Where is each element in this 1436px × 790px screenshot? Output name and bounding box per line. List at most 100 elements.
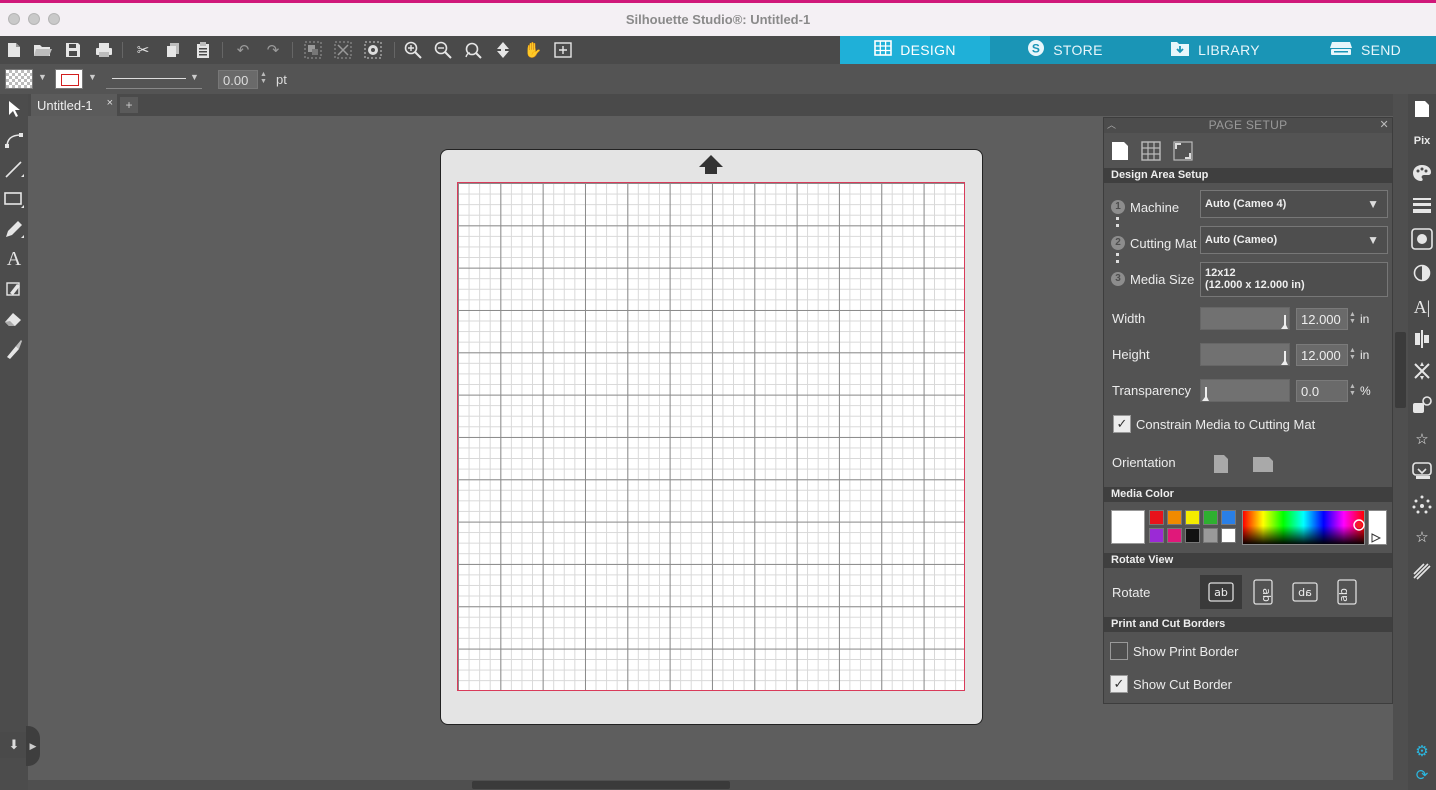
horizontal-scrollbar[interactable]: [28, 780, 1393, 790]
media-color-swatch[interactable]: [1167, 510, 1182, 525]
fill-palette-icon[interactable]: [1411, 162, 1433, 184]
line-color-swatch[interactable]: [55, 69, 83, 89]
compound-path-icon[interactable]: [362, 40, 384, 60]
offset-icon[interactable]: [1411, 460, 1433, 482]
show-cut-border-checkbox[interactable]: ✓: [1110, 675, 1128, 693]
add-tab-button[interactable]: +: [120, 97, 138, 113]
new-document-icon[interactable]: [3, 40, 25, 60]
copy-icon[interactable]: [162, 40, 184, 60]
media-color-swatch[interactable]: [1221, 528, 1236, 543]
landscape-orientation-icon[interactable]: [1252, 456, 1273, 476]
refresh-icon[interactable]: ⟳: [1411, 764, 1433, 786]
vertical-scroll-thumb[interactable]: [1395, 332, 1406, 408]
replicate-icon[interactable]: [1411, 394, 1433, 416]
line-weight-stepper[interactable]: ▲ ▼: [260, 71, 267, 85]
fill-color-swatch[interactable]: [5, 69, 33, 89]
collapse-panel-icon[interactable]: ︿: [1107, 118, 1116, 133]
transparency-input[interactable]: 0.0: [1296, 380, 1348, 402]
page-setup-icon[interactable]: [1411, 98, 1433, 120]
line-color-dropdown-icon[interactable]: ▼: [88, 72, 97, 82]
rotate-180-button[interactable]: ab: [1284, 575, 1326, 609]
constrain-media-checkbox[interactable]: ✓: [1113, 415, 1131, 433]
close-panel-icon[interactable]: ✕: [1379, 118, 1389, 133]
star-shapes-icon[interactable]: ☆: [1411, 428, 1433, 450]
line-tool-icon[interactable]: [3, 158, 25, 180]
trace-icon[interactable]: [1411, 494, 1433, 516]
pattern-fill-icon[interactable]: [1411, 228, 1433, 250]
fill-bucket-icon[interactable]: [3, 278, 25, 300]
group-icon[interactable]: [302, 40, 324, 60]
width-input[interactable]: 12.000: [1296, 308, 1348, 330]
pixscan-icon[interactable]: Pix: [1411, 130, 1433, 152]
expand-library-icon[interactable]: ▶: [26, 726, 40, 766]
media-color-swatch[interactable]: [1203, 510, 1218, 525]
text-style-icon[interactable]: A|: [1411, 296, 1433, 318]
color-spectrum-picker[interactable]: [1242, 510, 1365, 545]
fit-to-page-arrow-icon[interactable]: [492, 40, 514, 60]
tab-design[interactable]: DESIGN: [840, 36, 990, 64]
portrait-orientation-icon[interactable]: [1212, 454, 1230, 474]
close-tab-icon[interactable]: ×: [107, 97, 113, 109]
fill-color-dropdown-icon[interactable]: ▼: [38, 72, 47, 82]
cutting-mat-select[interactable]: Auto (Cameo) ▼: [1200, 226, 1388, 254]
text-tool-icon[interactable]: A: [3, 248, 25, 270]
media-color-swatch[interactable]: [1203, 528, 1218, 543]
rotate-90-button[interactable]: ab: [1242, 575, 1284, 609]
pencil-tool-icon[interactable]: [3, 218, 25, 240]
import-download-icon[interactable]: ⬇: [0, 732, 28, 758]
width-stepper[interactable]: ▲ ▼: [1349, 311, 1356, 325]
height-slider-knob[interactable]: [1281, 351, 1288, 365]
tab-library[interactable]: LIBRARY: [1140, 36, 1290, 64]
document-tab[interactable]: Untitled-1 ×: [31, 94, 117, 116]
media-size-select[interactable]: 12x12 (12.000 x 12.000 in): [1200, 262, 1388, 297]
rhinestone-icon[interactable]: [1411, 560, 1433, 582]
tab-send[interactable]: SEND: [1290, 36, 1436, 64]
width-slider-knob[interactable]: [1281, 315, 1288, 329]
show-print-border-checkbox[interactable]: [1110, 642, 1128, 660]
page-tab-icon[interactable]: [1109, 140, 1131, 162]
paste-clipboard-icon[interactable]: [192, 40, 214, 60]
grid-tab-icon[interactable]: [1140, 140, 1162, 162]
ungroup-icon[interactable]: [332, 40, 354, 60]
cut-scissors-icon[interactable]: ✂: [132, 40, 154, 60]
settings-gear-icon[interactable]: ⚙: [1411, 740, 1433, 762]
zoom-select-icon[interactable]: [462, 40, 484, 60]
height-input[interactable]: 12.000: [1296, 344, 1348, 366]
media-color-swatch[interactable]: [1167, 528, 1182, 543]
rotate-0-button[interactable]: ab: [1200, 575, 1242, 609]
height-stepper[interactable]: ▲ ▼: [1349, 347, 1356, 361]
redo-icon[interactable]: ↷: [262, 40, 284, 60]
open-folder-icon[interactable]: [32, 40, 54, 60]
zoom-out-icon[interactable]: [432, 40, 454, 60]
horizontal-scroll-thumb[interactable]: [472, 781, 730, 789]
transparency-slider-knob[interactable]: [1202, 387, 1209, 401]
knife-tool-icon[interactable]: [3, 338, 25, 360]
transparency-icon[interactable]: [1411, 262, 1433, 284]
picked-color-preview[interactable]: [1368, 510, 1387, 545]
transform-icon[interactable]: [1411, 360, 1433, 382]
cutting-mat-grid[interactable]: [457, 182, 965, 691]
vertical-scrollbar[interactable]: [1393, 94, 1408, 790]
media-color-current[interactable]: [1111, 510, 1145, 544]
media-color-swatch[interactable]: [1221, 510, 1236, 525]
rotate-270-button[interactable]: ab: [1326, 575, 1368, 609]
undo-icon[interactable]: ↶: [232, 40, 254, 60]
line-style-panel-icon[interactable]: [1411, 194, 1433, 216]
save-icon[interactable]: [62, 40, 84, 60]
media-color-swatch[interactable]: [1149, 528, 1164, 543]
select-arrow-icon[interactable]: [3, 98, 25, 120]
media-color-swatch[interactable]: [1185, 510, 1200, 525]
line-weight-input[interactable]: 0.00: [218, 70, 258, 89]
tab-store[interactable]: S STORE: [990, 36, 1140, 64]
media-color-swatch[interactable]: [1185, 528, 1200, 543]
point-edit-icon[interactable]: [3, 128, 25, 150]
height-slider[interactable]: [1200, 343, 1290, 366]
registration-marks-tab-icon[interactable]: [1172, 140, 1194, 162]
width-slider[interactable]: [1200, 307, 1290, 330]
pan-hand-icon[interactable]: ✋: [522, 40, 544, 60]
transparency-stepper[interactable]: ▲ ▼: [1349, 383, 1356, 397]
transparency-slider[interactable]: [1200, 379, 1290, 402]
fit-view-icon[interactable]: [552, 40, 574, 60]
sketch-star-icon[interactable]: ☆: [1411, 526, 1433, 548]
align-icon[interactable]: [1411, 328, 1433, 350]
